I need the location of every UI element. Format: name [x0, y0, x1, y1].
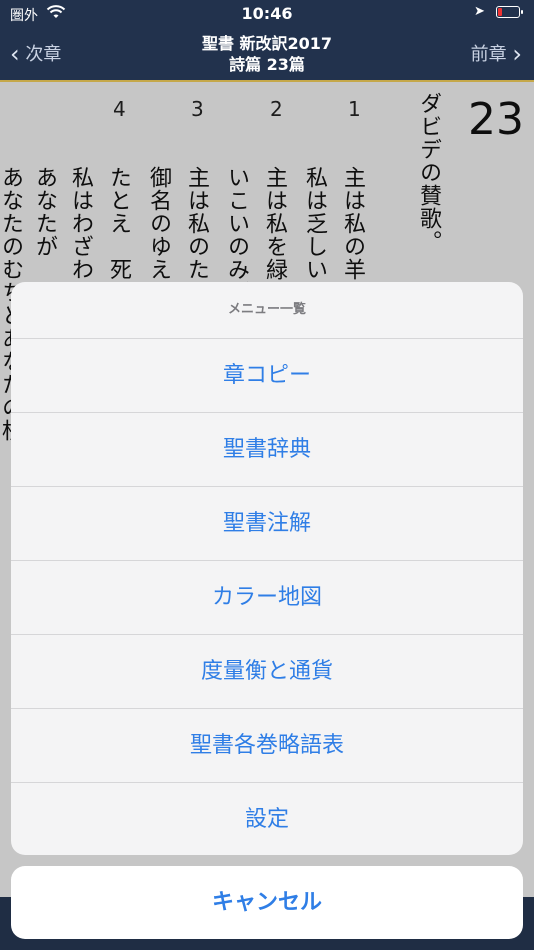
menu-item-bible-dictionary[interactable]: 聖書辞典	[11, 413, 523, 487]
prev-chapter-button[interactable]: 前章 ›	[471, 40, 522, 68]
location-arrow-icon: ➤	[474, 4, 485, 19]
menu-item-settings[interactable]: 設定	[11, 783, 523, 855]
title-line-2: 詩篇 23篇	[229, 55, 305, 74]
menu-item-color-maps[interactable]: カラー地図	[11, 561, 523, 635]
top-bar: 圏外 10:46 ➤ ‹ 次章 聖書 新改訳2017 詩篇 23篇 前章 ›	[0, 0, 534, 80]
battery-icon	[496, 6, 523, 18]
menu-item-bible-commentary[interactable]: 聖書注解	[11, 487, 523, 561]
prev-chapter-label: 前章	[470, 44, 507, 65]
action-sheet-title: メニュー一覧	[11, 282, 523, 339]
status-bar: 圏外 10:46 ➤	[0, 0, 534, 26]
title-line-1: 聖書 新改訳2017	[201, 34, 333, 53]
clock: 10:46	[241, 4, 293, 23]
action-sheet: メニュー一覧 章コピー 聖書辞典 聖書注解 カラー地図 度量衡と通貨 聖書各巻略…	[11, 282, 523, 855]
menu-item-chapter-copy[interactable]: 章コピー	[11, 339, 523, 413]
page-title: 聖書 新改訳2017 詩篇 23篇	[0, 33, 534, 75]
cancel-button[interactable]: キャンセル	[11, 866, 523, 939]
menu-item-book-abbreviations[interactable]: 聖書各巻略語表	[11, 709, 523, 783]
chevron-right-icon: ›	[512, 40, 522, 68]
menu-item-weights-currency[interactable]: 度量衡と通貨	[11, 635, 523, 709]
